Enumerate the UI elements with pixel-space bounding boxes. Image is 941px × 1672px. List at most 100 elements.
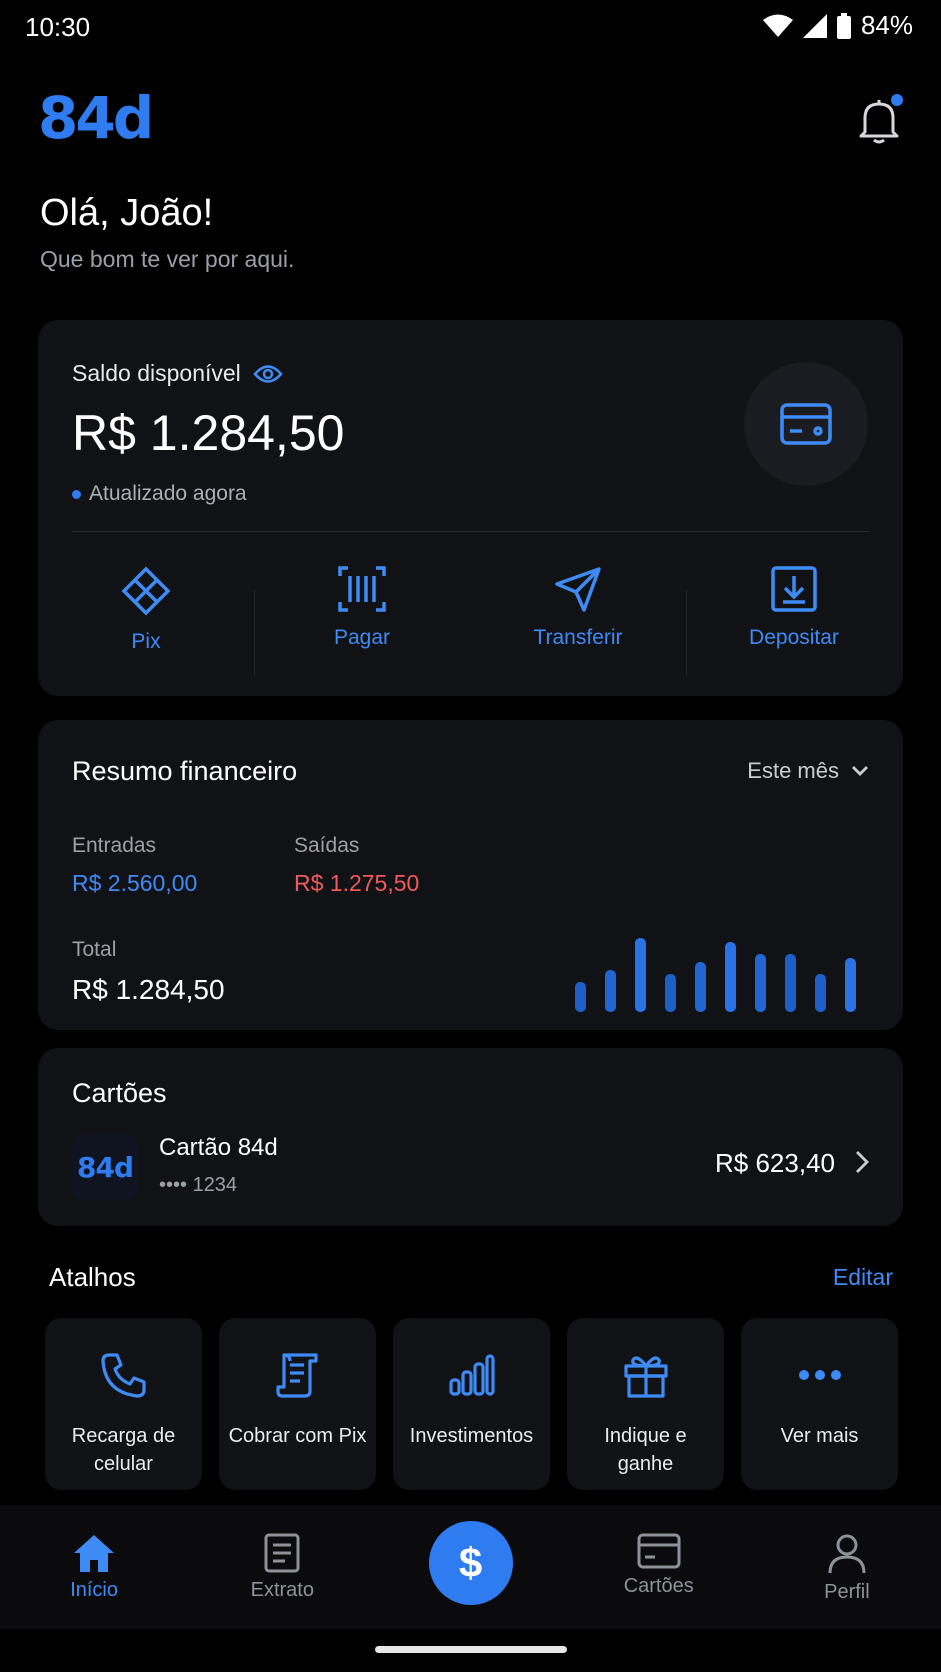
- shortcut-ver-mais-label: Ver mais: [780, 1425, 859, 1447]
- nav-center-action: $: [376, 1505, 564, 1629]
- nav-inicio-label: Início: [70, 1579, 118, 1601]
- balance-card: Saldo disponível R$ 1.284,50 Atualizado …: [38, 320, 903, 696]
- cards-section: Cartões 84d Cartão 84d •••• 1234 R$ 623,…: [38, 1048, 903, 1226]
- shortcuts-title: Atalhos: [49, 1262, 136, 1292]
- shortcut-investimentos-label: Investimentos: [409, 1425, 534, 1447]
- chevron-down-icon: [852, 766, 868, 776]
- card-amount: R$ 623,40: [715, 1148, 835, 1178]
- mini-bar: [815, 974, 826, 1012]
- action-separator: [686, 590, 687, 676]
- barcode-icon: [338, 566, 386, 612]
- chevron-right-icon[interactable]: [855, 1150, 869, 1174]
- battery-icon: [836, 12, 851, 39]
- action-pix-label: Pix: [131, 630, 161, 653]
- wifi-icon: [762, 14, 793, 37]
- card-number: •••• 1234: [159, 1174, 238, 1196]
- status-indicators: 84%: [762, 10, 913, 41]
- action-depositar[interactable]: Depositar: [686, 566, 902, 676]
- greeting-subtitle: Que bom te ver por aqui.: [40, 246, 295, 272]
- dollar-icon: $: [458, 1539, 483, 1586]
- shortcut-ver-mais[interactable]: Ver mais: [741, 1318, 898, 1490]
- home-indicator[interactable]: [375, 1646, 567, 1653]
- card-name[interactable]: Cartão 84d: [159, 1134, 278, 1162]
- mini-bar: [785, 954, 796, 1012]
- action-transferir[interactable]: Transferir: [470, 566, 686, 654]
- shortcut-recarga[interactable]: Recarga de celular: [45, 1318, 202, 1490]
- receipt-icon: [275, 1353, 318, 1398]
- total-label: Total: [72, 938, 117, 961]
- gift-icon: [623, 1356, 668, 1398]
- home-icon: [74, 1535, 115, 1572]
- statement-icon: [264, 1533, 300, 1573]
- shortcut-investimentos[interactable]: Investimentos: [393, 1318, 550, 1490]
- total-value: R$ 1.284,50: [72, 974, 225, 1005]
- battery-percent: 84%: [860, 10, 913, 40]
- cards-title: Cartões: [72, 1078, 167, 1108]
- shortcuts-row: Recarga de celular Cobrar com Pix Invest…: [45, 1318, 898, 1490]
- action-separator: [254, 590, 255, 676]
- action-transferir-label: Transferir: [533, 626, 623, 649]
- profile-icon: [828, 1534, 866, 1574]
- updated-dot: [72, 489, 81, 499]
- phone-icon: [100, 1353, 146, 1398]
- mini-bar: [635, 938, 646, 1012]
- balance-divider: [72, 531, 869, 532]
- nav-extrato-label: Extrato: [250, 1579, 314, 1601]
- expense-value: R$ 1.275,50: [294, 870, 420, 896]
- mini-bar: [725, 942, 736, 1012]
- action-depositar-label: Depositar: [749, 626, 839, 649]
- status-time: 10:30: [25, 12, 91, 42]
- edit-shortcuts-button[interactable]: Editar: [833, 1264, 893, 1291]
- card-logo: 84d: [72, 1134, 138, 1200]
- mini-bar: [695, 962, 706, 1012]
- shortcut-indique[interactable]: Indique e ganhe: [567, 1318, 724, 1490]
- notification-dot: [891, 94, 903, 106]
- financial-summary-card: Resumo financeiro Este mês Entradas R$ 2…: [38, 720, 903, 1030]
- bar-chart-icon: [448, 1354, 495, 1396]
- greeting-title: Olá, João!: [40, 192, 214, 234]
- deposit-icon: [771, 566, 817, 612]
- send-icon: [555, 567, 601, 612]
- nav-extrato[interactable]: Extrato: [188, 1505, 376, 1629]
- action-pagar-label: Pagar: [333, 626, 391, 649]
- period-filter-label: Este mês: [747, 758, 839, 783]
- signal-icon: [802, 13, 827, 38]
- action-pagar[interactable]: Pagar: [254, 566, 470, 676]
- mini-bar: [755, 954, 766, 1012]
- mini-bar: [575, 982, 586, 1012]
- balance-value: R$ 1.284,50: [72, 405, 345, 461]
- mini-bar-chart: [575, 938, 856, 1012]
- income-value: R$ 2.560,00: [72, 870, 198, 896]
- dollar-fab-button[interactable]: $: [428, 1521, 513, 1605]
- income-label: Entradas: [72, 834, 157, 857]
- eye-icon[interactable]: [253, 363, 283, 385]
- shortcut-cobrar-pix-label: Cobrar com Pix: [228, 1425, 367, 1447]
- pix-icon: [121, 566, 171, 616]
- expense-label: Saídas: [294, 834, 360, 857]
- shortcut-indique-label: Indique e ganhe: [604, 1425, 687, 1475]
- balance-updated-text: Atualizado agora: [89, 482, 247, 505]
- mini-bar: [665, 974, 676, 1012]
- wallet-button[interactable]: [744, 362, 868, 486]
- mini-bar: [605, 970, 616, 1012]
- quick-actions: Pix Pagar Transferir Depositar: [38, 566, 903, 676]
- balance-updated: Atualizado agora: [72, 482, 247, 506]
- notifications-button[interactable]: [857, 94, 903, 144]
- wallet-icon: [780, 403, 832, 445]
- nav-cartoes[interactable]: Cartões: [565, 1505, 753, 1629]
- nav-cartoes-label: Cartões: [623, 1575, 694, 1597]
- brand-logo: 84d: [38, 84, 154, 152]
- more-icon: [798, 1370, 841, 1380]
- bottom-navigation: Início Extrato $ Cartões Perfil: [0, 1505, 941, 1629]
- balance-label: Saldo disponível: [72, 360, 241, 386]
- action-pix[interactable]: Pix: [38, 566, 254, 654]
- shortcut-cobrar-pix[interactable]: Cobrar com Pix: [219, 1318, 376, 1490]
- card-icon: [637, 1533, 681, 1569]
- balance-label-row: Saldo disponível: [72, 360, 283, 387]
- summary-title: Resumo financeiro: [72, 756, 298, 786]
- shortcut-recarga-label: Recarga de celular: [71, 1425, 176, 1475]
- nav-perfil[interactable]: Perfil: [753, 1505, 941, 1629]
- mini-bar: [845, 958, 856, 1012]
- period-filter[interactable]: Este mês: [747, 758, 869, 784]
- nav-inicio[interactable]: Início: [0, 1505, 188, 1629]
